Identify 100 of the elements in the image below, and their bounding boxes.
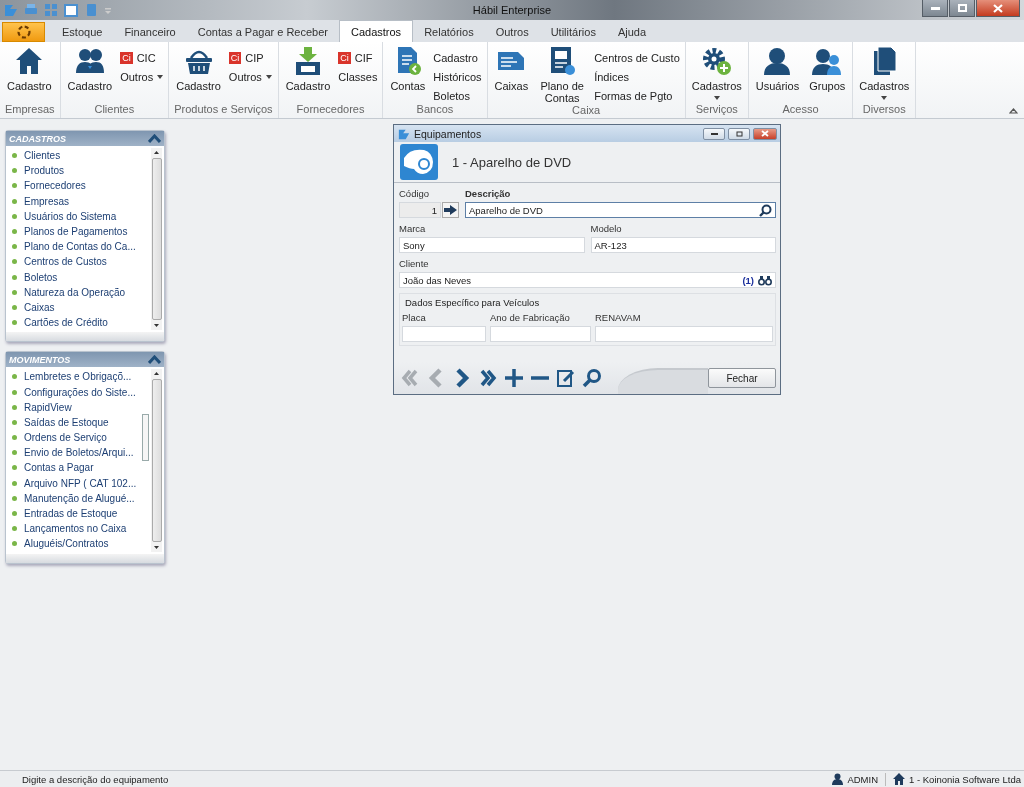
toolbar-button[interactable] — [582, 368, 602, 388]
close-button[interactable] — [753, 127, 777, 140]
ribbon-button[interactable]: Cadastros — [858, 46, 911, 100]
ribbon-button[interactable]: Cadastro — [65, 46, 115, 92]
status-message: Digite a descrição do equipamento — [22, 773, 169, 785]
menu-tab[interactable]: Outros — [484, 22, 540, 42]
brand-field[interactable]: Sony — [399, 237, 585, 253]
ribbon-button[interactable]: Plano de Contas — [536, 46, 589, 104]
ribbon-button[interactable]: Classes — [338, 69, 378, 84]
ci-badge: Ci — [228, 51, 242, 64]
toolbar-button[interactable] — [504, 368, 524, 388]
navigation-link[interactable]: Arquivo NFP ( CAT 102... — [9, 475, 151, 491]
ribbon-button[interactable]: Caixas — [492, 46, 531, 92]
navigation-link[interactable]: Planos de Pagamentos — [9, 223, 151, 240]
ribbon-button[interactable]: Grupos — [807, 46, 848, 92]
navigation-link[interactable]: Boletos — [9, 269, 151, 285]
navigation-link[interactable]: Ordens de Serviço — [9, 430, 151, 446]
field-label: Código — [399, 188, 431, 200]
ribbon-button[interactable]: Formas de Pgto — [594, 88, 680, 103]
menu-tab[interactable]: Relatórios — [413, 22, 485, 42]
splitter-handle[interactable] — [142, 414, 149, 461]
navigation-link[interactable]: Manutenção de Alugué... — [9, 490, 151, 506]
ribbon-button[interactable]: Índices — [594, 69, 680, 84]
ribbon-button[interactable]: Ci CIC — [120, 50, 164, 65]
gear-plus-icon — [701, 46, 732, 76]
collapse-icon[interactable] — [148, 355, 161, 365]
scroll-down-icon[interactable] — [154, 324, 159, 328]
bullet-icon — [12, 183, 17, 189]
close-button[interactable] — [976, 0, 1020, 17]
menu-tab[interactable]: Estoque — [51, 22, 114, 42]
binoculars-icon[interactable] — [758, 274, 772, 286]
panel-title: MOVIMENTOS — [9, 354, 71, 365]
caret-icon — [713, 96, 720, 100]
navigation-link[interactable]: Usuários do Sistema — [9, 208, 151, 224]
ribbon-button[interactable]: Contas — [388, 46, 428, 92]
navigation-link[interactable]: Configurações do Siste... — [9, 384, 151, 400]
ribbon-button[interactable]: Usuários — [753, 46, 802, 92]
scroll-up-icon[interactable] — [154, 151, 159, 154]
navigation-link[interactable]: Centros de Custos — [9, 254, 151, 270]
ribbon-button[interactable]: Centros de Custo — [594, 50, 680, 65]
toolbar-button[interactable] — [556, 368, 576, 388]
bullet-icon — [12, 450, 17, 456]
description-field[interactable]: Aparelho de DVD — [465, 202, 776, 218]
menu-tab[interactable]: Financeiro — [113, 22, 187, 42]
bullet-icon — [12, 404, 17, 410]
bullet-icon — [12, 259, 17, 265]
navigation-link[interactable]: Envio de Boletos/Arqui... — [9, 445, 151, 461]
navigation-link[interactable]: Natureza da Operação — [9, 284, 151, 300]
bullet-icon — [12, 289, 17, 295]
menu-tab[interactable]: Contas a Pagar e Receber — [186, 22, 339, 42]
client-field[interactable]: João das Neves (1) — [399, 272, 776, 288]
navigation-link[interactable]: Clientes — [9, 148, 151, 164]
ribbon-button[interactable]: Históricos — [433, 69, 482, 84]
navigation-link[interactable]: Caixas — [9, 299, 151, 316]
ribbon-button[interactable]: Boletos — [433, 88, 482, 103]
minimize-button[interactable] — [703, 127, 725, 140]
close-dialog-button[interactable]: Fechar — [708, 368, 776, 388]
ribbon-button[interactable]: Cadastro — [5, 46, 54, 92]
navigation-link[interactable]: Entradas de Estoque — [9, 505, 151, 522]
application-menu-button[interactable] — [2, 22, 45, 42]
field-label: Cliente — [399, 258, 430, 270]
navigation-link[interactable]: Lançamentos no Caixa — [9, 521, 151, 537]
model-field[interactable]: AR-123 — [590, 237, 776, 253]
minimize-icon — [930, 6, 940, 10]
navigation-link[interactable]: Contas a Pagar — [9, 460, 151, 476]
ci-badge: Ci — [338, 51, 351, 64]
minimize-button[interactable] — [922, 0, 948, 17]
input-field[interactable] — [402, 326, 486, 342]
toolbar-button[interactable] — [478, 368, 498, 388]
navigation-link[interactable]: Lembretes e Obrigaçõ... — [9, 369, 151, 385]
dropdown-button[interactable]: Outros — [120, 69, 164, 84]
navigation-link[interactable]: RapidView — [9, 399, 151, 415]
scroll-down-icon[interactable] — [154, 545, 159, 549]
search-icon[interactable] — [759, 203, 772, 217]
dropdown-button[interactable]: Outros — [228, 69, 272, 84]
menu-tab[interactable]: Utilitários — [539, 22, 607, 42]
ribbon-button[interactable]: Ci CIP — [228, 50, 272, 65]
ribbon-button[interactable]: Cadastro — [174, 46, 223, 92]
navigation-link[interactable]: Fornecedores — [9, 178, 151, 194]
navigation-link[interactable]: Saídas de Estoque — [9, 414, 151, 430]
menu-tab[interactable]: Ajuda — [606, 22, 658, 42]
navigation-link[interactable]: Plano de Contas do Ca... — [9, 239, 151, 255]
go-button[interactable] — [442, 202, 459, 218]
menu-tab[interactable]: Cadastros — [339, 20, 414, 42]
navigation-link[interactable]: Cartões de Crédito — [9, 315, 151, 331]
ribbon-button[interactable]: Cadastro — [433, 50, 482, 65]
ribbon-button[interactable]: Cadastro — [283, 46, 333, 92]
collapse-ribbon-icon[interactable] — [1009, 108, 1018, 114]
maximize-button[interactable] — [949, 0, 975, 17]
arrow-right-icon — [444, 205, 457, 215]
ribbon-button[interactable]: Ci CIF — [338, 50, 378, 65]
ribbon-button[interactable]: Cadastros — [690, 46, 743, 100]
scroll-up-icon[interactable] — [154, 372, 159, 376]
bullet-icon — [12, 213, 17, 219]
navigation-link[interactable]: Aluguéis/Contratos — [9, 536, 151, 552]
navigation-link[interactable]: Produtos — [9, 163, 151, 179]
input-field[interactable] — [595, 326, 773, 342]
navigation-link[interactable]: Empresas — [9, 193, 151, 209]
collapse-icon[interactable] — [148, 134, 161, 143]
input-field[interactable] — [490, 326, 591, 342]
